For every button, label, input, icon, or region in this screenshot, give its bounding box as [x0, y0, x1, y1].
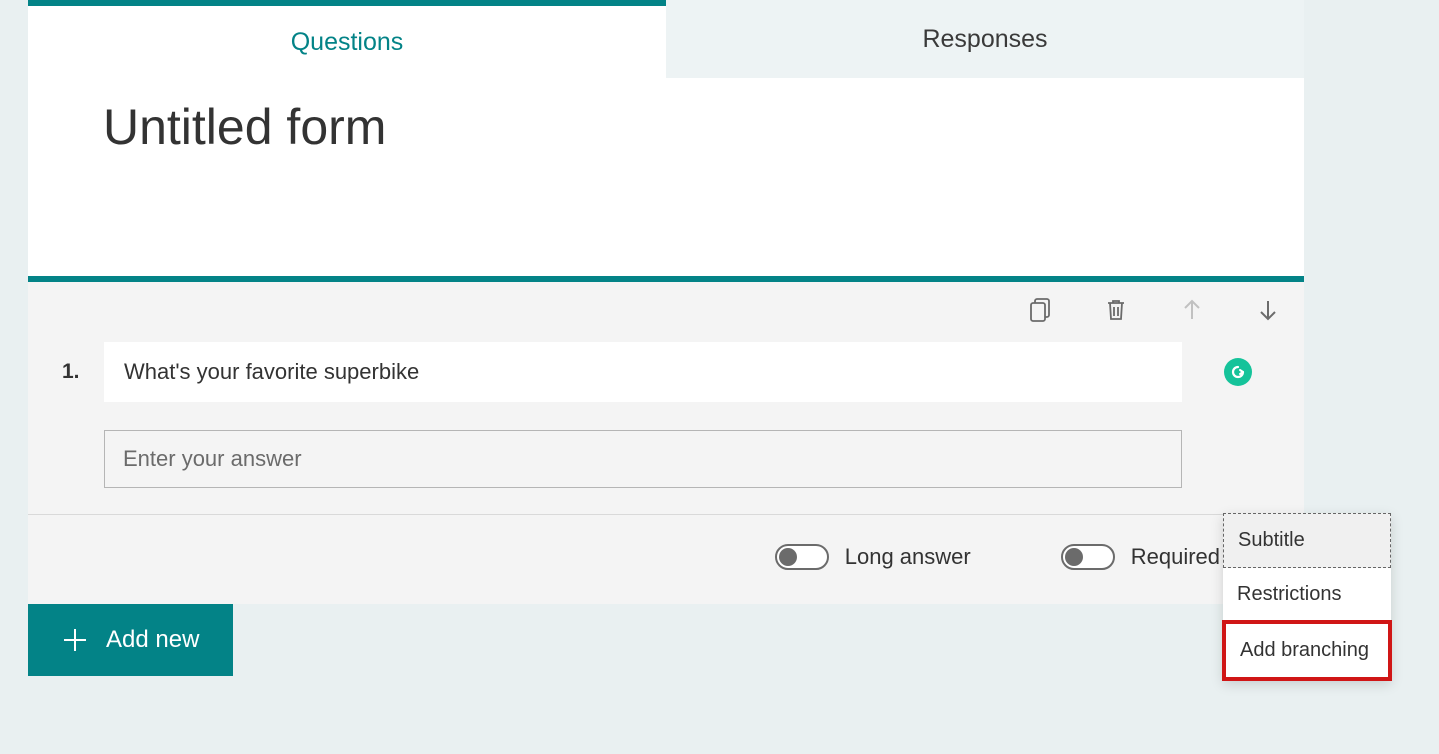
add-new-label: Add new — [106, 626, 199, 654]
arrow-up-icon — [1180, 298, 1204, 322]
long-answer-label: Long answer — [845, 544, 971, 570]
question-card: 1. Enter your answer Long answer — [28, 276, 1304, 604]
copy-icon[interactable] — [1028, 298, 1052, 322]
required-label: Required — [1131, 544, 1220, 570]
question-more-menu: Subtitle Restrictions Add branching — [1223, 513, 1391, 680]
long-answer-toggle[interactable] — [775, 544, 829, 570]
delete-icon[interactable] — [1104, 298, 1128, 322]
menu-add-branching[interactable]: Add branching — [1222, 620, 1392, 681]
question-number: 1. — [62, 360, 88, 384]
grammarly-icon[interactable] — [1224, 358, 1252, 386]
required-toggle[interactable] — [1061, 544, 1115, 570]
menu-subtitle[interactable]: Subtitle — [1223, 513, 1391, 568]
add-new-button[interactable]: Add new — [28, 604, 233, 676]
form-title[interactable]: Untitled form — [103, 98, 1229, 156]
plus-icon — [62, 627, 88, 653]
question-text-input[interactable] — [104, 342, 1182, 402]
tab-responses[interactable]: Responses — [666, 0, 1304, 78]
arrow-down-icon[interactable] — [1256, 298, 1280, 322]
tab-questions[interactable]: Questions — [28, 0, 666, 78]
menu-restrictions[interactable]: Restrictions — [1223, 568, 1391, 621]
answer-input[interactable]: Enter your answer — [104, 430, 1182, 488]
